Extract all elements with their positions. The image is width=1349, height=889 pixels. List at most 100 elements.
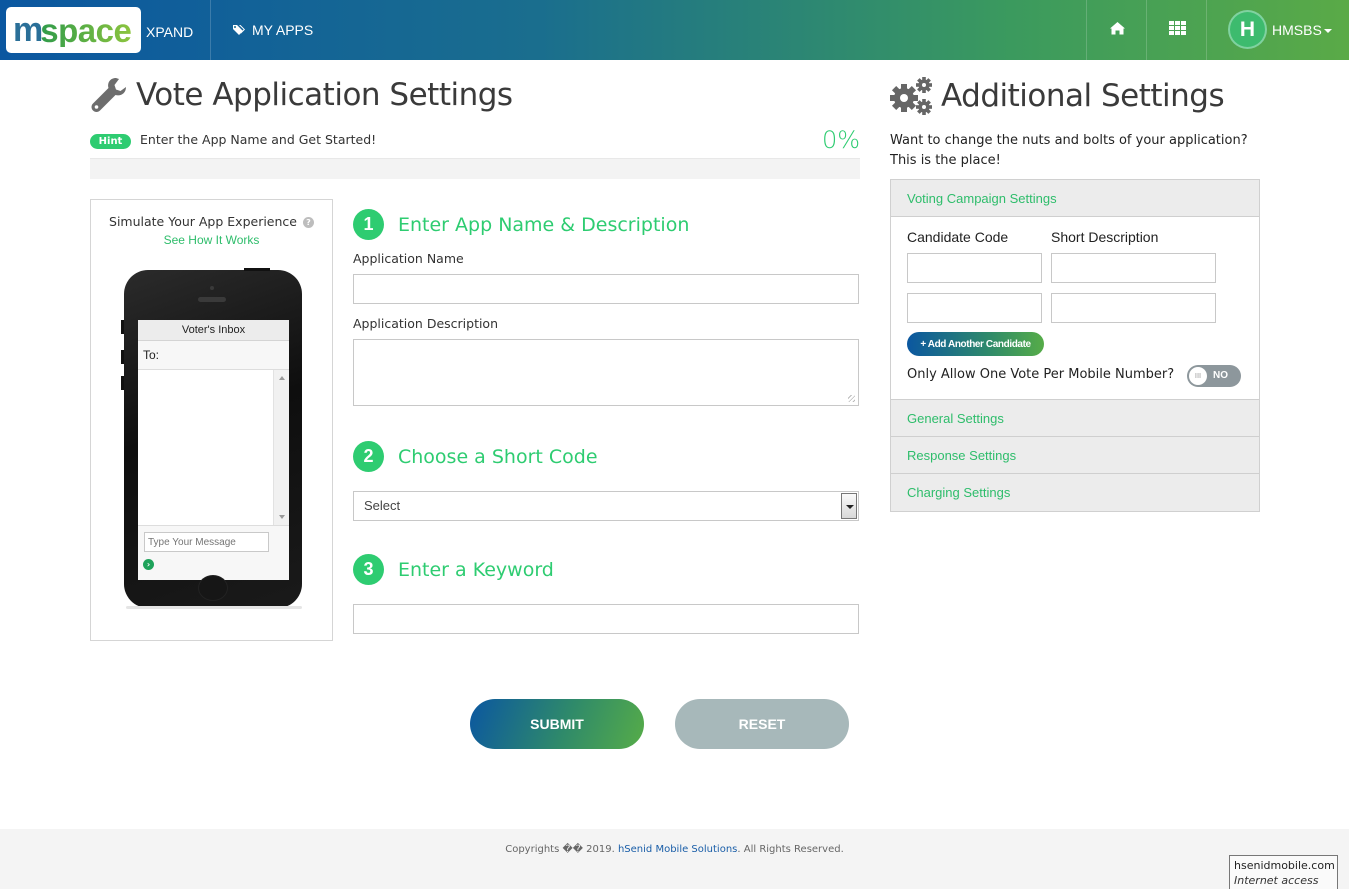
caret-down-icon xyxy=(1323,29,1332,34)
simulator-panel: Simulate Your App Experience? See How It… xyxy=(90,199,333,641)
voting-campaign-settings-panel: Candidate Code Short Description + Add A… xyxy=(891,217,1259,400)
one-vote-label: Only Allow One Vote Per Mobile Number? xyxy=(907,367,1175,382)
additional-settings-description: Want to change the nuts and bolts of you… xyxy=(890,131,1260,171)
logo-m: m xyxy=(13,11,43,49)
home-icon xyxy=(1110,22,1125,35)
footer: Copyrights �� 2019. hSenid Mobile Soluti… xyxy=(0,829,1349,889)
additional-settings-title-text: Additional Settings xyxy=(941,78,1225,114)
progress-percentage: 0% xyxy=(822,126,861,154)
inbox-to-label: To: xyxy=(138,341,289,370)
step-1-heading: 1 Enter App Name & Description xyxy=(353,209,689,240)
step-2-number: 2 xyxy=(353,441,384,472)
scroll-down-icon[interactable] xyxy=(279,515,285,519)
toggle-state: NO xyxy=(1213,370,1228,381)
phone-screen: Voter's Inbox To: › xyxy=(138,320,289,580)
app-name-input[interactable] xyxy=(353,274,859,304)
gears-icon xyxy=(890,77,932,115)
phone-mockup: Voter's Inbox To: › xyxy=(121,268,302,608)
app-description-label: Application Description xyxy=(353,316,499,331)
accordion-charging-settings[interactable]: Charging Settings xyxy=(891,474,1259,511)
toggle-knob[interactable]: III xyxy=(1189,367,1207,385)
app-description-textarea[interactable] xyxy=(353,339,859,406)
reset-button[interactable]: RESET xyxy=(675,699,849,749)
username-label: HMSBS xyxy=(1272,22,1322,38)
step-3-heading: 3 Enter a Keyword xyxy=(353,554,554,585)
one-vote-toggle[interactable]: III NO xyxy=(1187,365,1241,387)
submit-button[interactable]: SUBMIT xyxy=(470,699,644,749)
add-another-candidate-button[interactable]: + Add Another Candidate xyxy=(907,332,1044,356)
chevron-down-icon[interactable] xyxy=(841,493,857,519)
copyright-prefix: Copyrights �� 2019. xyxy=(505,844,618,855)
page-title: Vote Application Settings xyxy=(90,76,513,114)
company-link[interactable]: hSenid Mobile Solutions xyxy=(618,844,737,855)
phone-side-button xyxy=(121,350,124,364)
message-input[interactable] xyxy=(144,532,269,552)
short-code-select[interactable]: Select xyxy=(353,491,859,521)
phone-top-button xyxy=(244,268,270,271)
phone-home-button xyxy=(198,575,228,601)
accordion-general-settings[interactable]: General Settings xyxy=(891,400,1259,437)
additional-settings-title: Additional Settings xyxy=(889,76,1225,116)
mspace-logo[interactable]: m space xyxy=(6,7,141,53)
tooltip-line-2: Internet access xyxy=(1234,874,1319,887)
candidate-description-input[interactable] xyxy=(1051,293,1216,323)
product-name: XPAND xyxy=(146,24,194,40)
hint-text: Enter the App Name and Get Started! xyxy=(140,132,377,147)
user-avatar[interactable]: H xyxy=(1228,10,1267,49)
nav-divider xyxy=(210,0,211,60)
phone-shadow xyxy=(126,606,302,609)
phone-side-button xyxy=(121,376,124,390)
inbox-messages xyxy=(138,370,289,526)
description-line-1: Want to change the nuts and bolts of you… xyxy=(890,133,1248,148)
step-3-number: 3 xyxy=(353,554,384,585)
wrench-icon xyxy=(91,78,126,112)
app-name-label: Application Name xyxy=(353,251,464,266)
settings-accordion: Voting Campaign Settings Candidate Code … xyxy=(890,179,1260,512)
candidate-code-label: Candidate Code xyxy=(907,229,1009,245)
apps-grid-icon xyxy=(1169,21,1186,35)
network-tooltip: hsenidmobile.com Internet access xyxy=(1229,855,1338,889)
nav-divider xyxy=(1206,0,1207,60)
phone-side-button xyxy=(121,320,124,334)
tags-icon xyxy=(233,25,245,35)
simulator-title-text: Simulate Your App Experience xyxy=(109,214,297,229)
nav-divider xyxy=(1146,0,1147,60)
apps-grid-button[interactable] xyxy=(1169,20,1186,39)
inbox-title: Voter's Inbox xyxy=(138,320,289,341)
my-apps-label: MY APPS xyxy=(252,22,314,38)
step-1-number: 1 xyxy=(353,209,384,240)
accordion-voting-campaign-settings[interactable]: Voting Campaign Settings xyxy=(891,180,1259,217)
help-icon[interactable]: ? xyxy=(302,217,314,228)
scroll-up-icon[interactable] xyxy=(279,376,285,380)
simulator-title: Simulate Your App Experience? xyxy=(91,214,332,229)
my-apps-link[interactable]: MY APPS xyxy=(233,22,313,38)
accordion-response-settings[interactable]: Response Settings xyxy=(891,437,1259,474)
copyright-text: Copyrights �� 2019. hSenid Mobile Soluti… xyxy=(0,844,1349,855)
phone-speaker xyxy=(198,297,226,302)
resize-handle[interactable] xyxy=(848,395,855,402)
copyright-suffix: . All Rights Reserved. xyxy=(737,844,844,855)
short-code-selected: Select xyxy=(364,498,401,513)
user-menu[interactable]: HMSBS xyxy=(1272,22,1332,38)
inbox-scrollbar[interactable] xyxy=(273,370,289,525)
short-description-label: Short Description xyxy=(1051,229,1159,245)
page-title-text: Vote Application Settings xyxy=(136,77,513,113)
step-2-title: Choose a Short Code xyxy=(398,445,598,468)
step-3-title: Enter a Keyword xyxy=(398,558,554,581)
top-navbar: m space XPAND MY APPS H HMSBS xyxy=(0,0,1349,60)
home-button[interactable] xyxy=(1109,20,1126,39)
see-how-it-works-link[interactable]: See How It Works xyxy=(91,233,332,247)
nav-divider xyxy=(1086,0,1087,60)
candidate-description-input[interactable] xyxy=(1051,253,1216,283)
progress-bar xyxy=(90,158,860,179)
hint-badge: Hint xyxy=(90,134,131,149)
send-icon[interactable]: › xyxy=(143,559,154,570)
tooltip-line-1: hsenidmobile.com xyxy=(1234,859,1335,872)
logo-space: space xyxy=(40,11,132,49)
keyword-input[interactable] xyxy=(353,604,859,634)
candidate-code-input[interactable] xyxy=(907,293,1042,323)
candidate-code-input[interactable] xyxy=(907,253,1042,283)
phone-camera xyxy=(210,286,214,290)
step-2-heading: 2 Choose a Short Code xyxy=(353,441,598,472)
description-line-2: This is the place! xyxy=(890,153,1001,168)
